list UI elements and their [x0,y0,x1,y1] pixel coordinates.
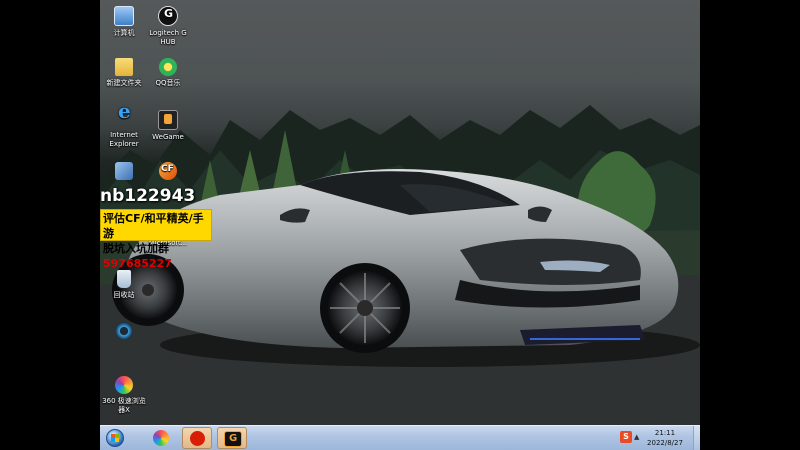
computer-icon [114,6,134,26]
app-icon [115,162,133,180]
show-desktop-button[interactable] [693,426,700,450]
promo-box: 评估CF/和平精英/手游 脱坑入坑加群 597685227 [100,209,212,270]
internet-explorer-icon: e [118,99,131,123]
qq-music-icon [159,58,177,76]
recycle-bin-icon [117,270,131,288]
desktop-icon-360-browser[interactable]: 360 极速浏览 器X [100,376,148,415]
g-icon: G [224,431,242,447]
desktop-icon-label: 计算机 [113,29,135,37]
desktop-icon-internet-explorer[interactable]: e Internet Explorer [100,99,148,149]
desktop-icon-label: 360 极速浏览 器X [102,397,146,414]
promo-qq-number: 597685227 [103,257,172,270]
netease-music-icon [190,431,205,446]
crossfire-icon: CF [159,162,177,180]
desktop-icon-new-folder[interactable]: 新建文件夹 [100,58,148,88]
clock[interactable]: 21:11 2022/8/27 [640,428,690,448]
taskbar: G ▲ S 21:11 2022/8/27 [100,425,700,450]
ime-icon[interactable]: S [620,431,632,443]
desktop-icon-label: QQ音乐 [155,79,181,87]
accelerator-icon [115,322,133,340]
promo-line-1: 评估CF/和平精英/手游 [103,212,204,240]
desktop-icon-qq-music[interactable]: QQ音乐 [144,58,192,88]
desktop-icon-recycle-bin[interactable]: 回收站 [100,270,148,300]
desktop-icon-crossfire[interactable]: CF [144,162,192,183]
promo-line-2-prefix: 脱坑入坑加群 [103,242,169,255]
system-tray: ▲ S 21:11 2022/8/27 [608,426,700,450]
desktop-icon-accelerator[interactable] [100,322,148,343]
desktop-icon-wegame[interactable]: WeGame [144,110,192,142]
taskbar-ghub[interactable]: G [217,427,247,449]
clock-date: 2022/8/27 [647,439,683,447]
promo-line-2: 脱坑入坑加群 597685227 [103,242,172,270]
desktop-icon-label: 新建文件夹 [106,79,142,87]
360-icon [153,430,169,446]
desktop-icon-logitech-ghub[interactable]: G Logitech G HUB [144,6,192,47]
logitech-ghub-icon: G [158,6,178,26]
start-button[interactable] [102,427,128,449]
desktop-icon-label: Internet Explorer [109,131,139,148]
clock-time: 21:11 [654,429,676,437]
taskbar-360-browser[interactable] [146,427,176,449]
desktop-icon-label: 回收站 [113,291,135,299]
360-browser-icon [115,376,133,394]
desktop-icon-computer[interactable]: 计算机 [100,6,148,38]
wegame-icon [158,110,178,130]
promo-id-text: nb122943 [100,186,196,206]
windows-logo-icon [106,429,124,447]
taskbar-netease-music[interactable] [182,427,212,449]
desktop-icon-label: WeGame [152,133,184,141]
desktop-icon-label: Logitech G HUB [149,29,187,46]
folder-icon [115,58,133,76]
desktop-icon-app[interactable] [100,162,148,183]
